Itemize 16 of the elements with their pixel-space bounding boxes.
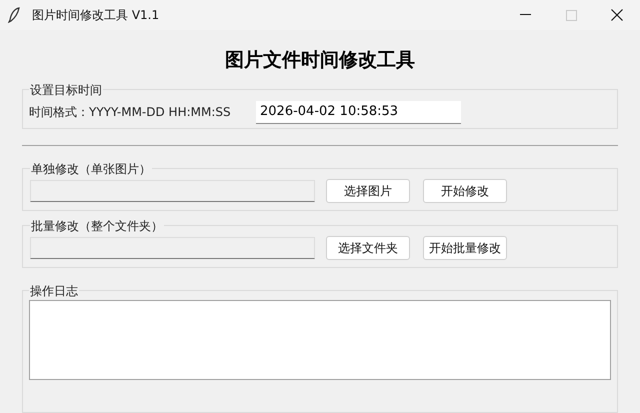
- path-field[interactable]: [30, 236, 315, 258]
- button[interactable]: 选择图片: [326, 178, 410, 202]
- feather-icon: [8, 7, 20, 23]
- group-legend: 单独修改（单张图片）: [30, 160, 152, 178]
- button[interactable]: 开始批量修改: [423, 236, 507, 260]
- group-legend: 设置目标时间: [29, 80, 103, 98]
- window-title: 图片时间修改工具 V1.1: [32, 7, 160, 24]
- format-label: 时间格式：YYYY-MM-DD HH:MM:SS: [29, 104, 232, 121]
- button[interactable]: 开始修改: [423, 178, 507, 202]
- time-input[interactable]: 2026-04-02 10:58:53: [256, 100, 461, 124]
- group-legend: 操作日志: [29, 282, 79, 300]
- button[interactable]: 选择文件夹: [326, 236, 410, 260]
- app-heading: 图片文件时间修改工具: [225, 48, 415, 73]
- log-area[interactable]: [29, 300, 611, 380]
- path-field[interactable]: [30, 180, 315, 202]
- group-legend: 批量修改（整个文件夹）: [30, 216, 164, 234]
